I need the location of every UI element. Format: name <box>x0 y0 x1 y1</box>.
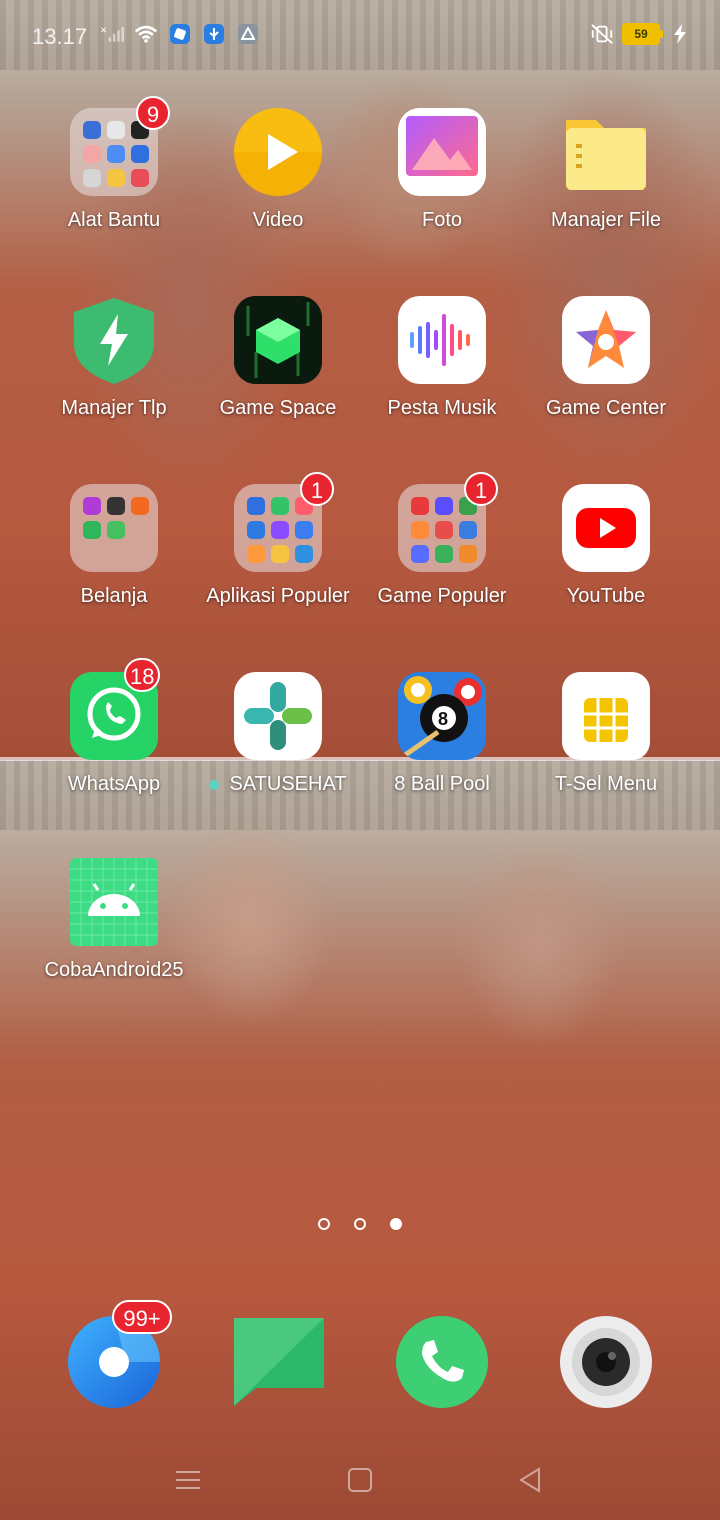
folder-icon <box>70 484 158 572</box>
app-label: Game Space <box>219 397 337 419</box>
shield-bolt-icon <box>70 296 158 384</box>
photo-icon <box>398 108 486 196</box>
pool-ball-icon: 8 <box>398 672 486 760</box>
home-button[interactable] <box>340 1460 380 1500</box>
app-label: Pesta Musik <box>387 397 497 419</box>
new-app-indicator <box>209 779 220 790</box>
status-time: 13.17 <box>32 24 88 49</box>
dock-phone[interactable] <box>394 1314 490 1410</box>
battery-icon: 59 <box>622 23 663 45</box>
play-icon <box>234 108 322 196</box>
mute-vibrate-icon <box>590 22 614 46</box>
notification-badge: 18 <box>124 658 161 692</box>
app-aplikasi-populer[interactable]: 1 Aplikasi Populer <box>196 472 360 654</box>
back-button[interactable] <box>510 1460 550 1500</box>
signal-x-icon: ✕ <box>100 22 124 46</box>
app-label: CobaAndroid25 <box>44 959 184 981</box>
menu-lines-icon <box>176 1471 200 1489</box>
app-t-sel-menu[interactable]: T-Sel Menu <box>524 672 688 842</box>
notification-badge: 1 <box>300 472 334 506</box>
page-dot-active[interactable] <box>390 1218 402 1230</box>
app-manajer-tlp[interactable]: Manajer Tlp <box>32 296 196 466</box>
phone-icon <box>396 1316 488 1408</box>
notification-badge: 9 <box>136 96 170 130</box>
app-label: WhatsApp <box>67 773 161 795</box>
app-youtube[interactable]: YouTube <box>524 484 688 654</box>
status-bar: 13.17 ✕ 59 <box>0 0 720 72</box>
notification-badge: 99+ <box>112 1300 172 1334</box>
app-label: YouTube <box>566 585 646 607</box>
app-label: Manajer Tlp <box>61 397 167 419</box>
drive-icon <box>236 22 260 46</box>
app-belanja[interactable]: Belanja <box>32 484 196 654</box>
page-dot[interactable] <box>354 1218 366 1230</box>
star-icon <box>562 296 650 384</box>
app-foto[interactable]: Foto <box>360 108 524 278</box>
svg-text:8: 8 <box>438 709 448 729</box>
app-cobaandroid25[interactable]: CobaAndroid25 <box>32 858 196 1028</box>
app-whatsapp[interactable]: 18 WhatsApp <box>32 658 196 842</box>
app-satusehat[interactable]: SATUSEHAT <box>196 672 360 842</box>
battery-level: 59 <box>634 27 648 41</box>
app-label: Game Center <box>545 397 667 419</box>
youtube-icon <box>562 484 650 572</box>
cube-icon <box>234 296 322 384</box>
app-alat-bantu[interactable]: 9 Alat Bantu <box>32 96 196 278</box>
app-label: SATUSEHAT <box>196 772 360 797</box>
usb-icon <box>202 22 226 46</box>
app-label: Belanja <box>80 585 148 607</box>
app-label: Manajer File <box>550 209 662 231</box>
app-label: Foto <box>421 209 463 231</box>
app-label: T-Sel Menu <box>554 773 658 795</box>
recents-button[interactable] <box>168 1460 208 1500</box>
page-dot[interactable] <box>318 1218 330 1230</box>
app-label: Game Populer <box>377 585 507 607</box>
page-indicator <box>0 1218 720 1230</box>
app-game-space[interactable]: Game Space <box>196 296 360 466</box>
home-square-icon <box>348 1468 372 1492</box>
app-notif-icon <box>168 22 192 46</box>
dock-browser[interactable]: 99+ <box>66 1300 172 1410</box>
app-pesta-musik[interactable]: Pesta Musik <box>360 296 524 466</box>
navigation-bar <box>0 1440 720 1520</box>
sim-card-icon <box>562 672 650 760</box>
dock-camera[interactable] <box>558 1314 654 1410</box>
folder-file-icon <box>562 108 650 196</box>
notification-badge: 1 <box>464 472 498 506</box>
back-triangle-icon <box>519 1467 540 1493</box>
app-game-center[interactable]: Game Center <box>524 296 688 466</box>
camera-icon <box>560 1316 652 1408</box>
app-label: Video <box>252 209 304 231</box>
dock-messages[interactable] <box>230 1314 326 1410</box>
app-video[interactable]: Video <box>196 108 360 278</box>
app-8-ball-pool[interactable]: 8 8 Ball Pool <box>360 672 524 842</box>
messages-icon <box>234 1318 324 1406</box>
app-label: Alat Bantu <box>67 209 161 231</box>
satusehat-icon <box>234 672 322 760</box>
charging-icon <box>668 22 692 46</box>
app-label: 8 Ball Pool <box>394 773 490 795</box>
android-icon <box>70 858 158 946</box>
equalizer-icon <box>398 296 486 384</box>
app-label: Aplikasi Populer <box>206 585 350 607</box>
svg-text:✕: ✕ <box>100 25 107 35</box>
app-game-populer[interactable]: 1 Game Populer <box>360 472 524 654</box>
wifi-icon <box>134 22 158 46</box>
app-label-text: SATUSEHAT <box>229 773 347 795</box>
app-manajer-file[interactable]: Manajer File <box>524 108 688 278</box>
